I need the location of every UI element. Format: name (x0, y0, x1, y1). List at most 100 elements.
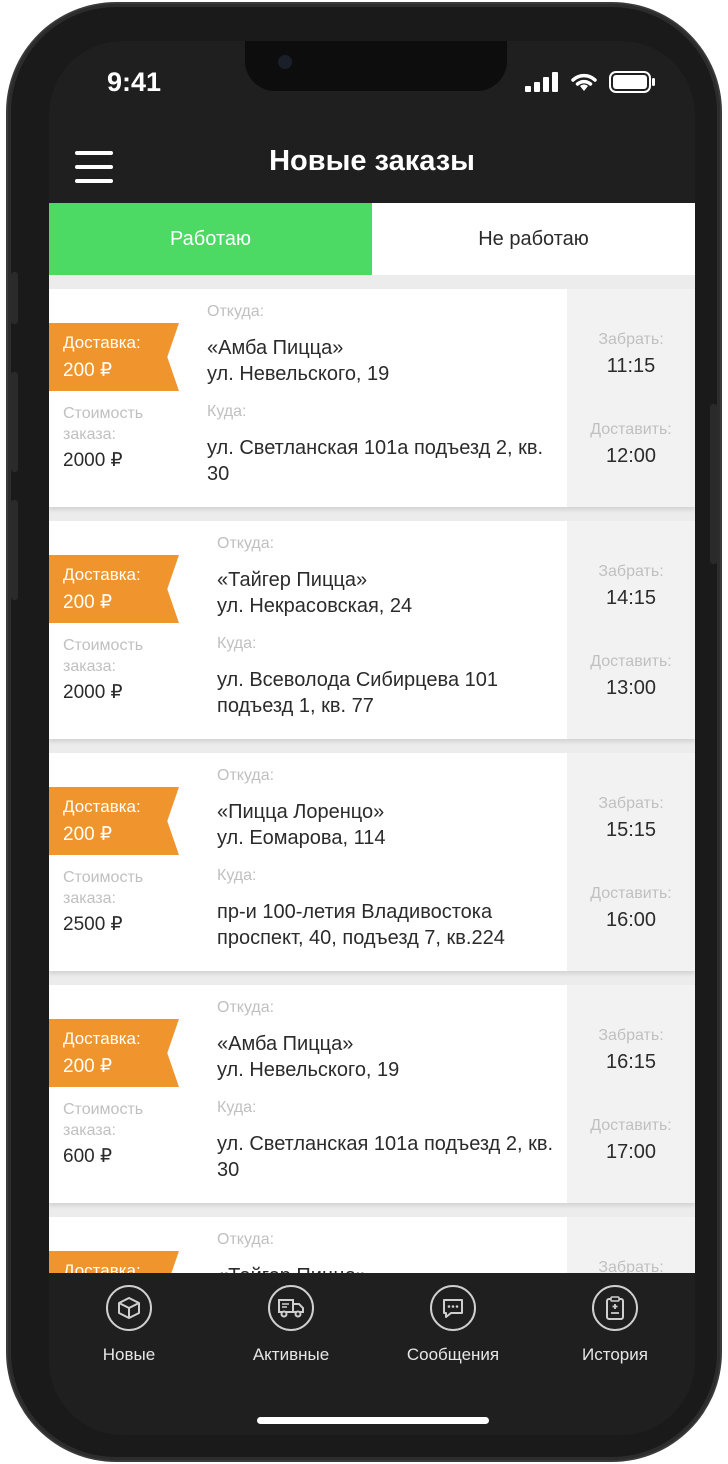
from-street: ул. Еомарова, 114 (217, 827, 386, 849)
to-address: пр-и 100-летия Владивостока проспект, 40… (217, 901, 505, 949)
screen: 9:41 Новые заказы Работаю Не работаю Дос… (49, 41, 695, 1435)
to-label: Куда: (207, 403, 247, 420)
status-icons (525, 71, 655, 93)
from-address-block: «Пицца Лоренцо» ул. Еомарова, 114 (217, 791, 577, 865)
to-address: ул. Всеволода Сибирцева 101 подъезд 1, к… (217, 669, 498, 717)
order-addresses: Откуда: «Амба Пицца» ул. Невельского, 19 Ку… (207, 303, 567, 487)
delivery-price-ribbon: Доставка: (49, 1251, 179, 1273)
bottom-nav-history-label: История (582, 1345, 648, 1364)
from-label: Откуда: (217, 1231, 275, 1248)
deliver-time: 13:00 (605, 677, 657, 699)
delivery-price: 200 ₽ (63, 360, 113, 381)
pickup-time-block: Забрать: 15:15 (567, 795, 695, 842)
delivery-label: Доставка: (63, 565, 141, 584)
from-label: Откуда: (217, 999, 275, 1016)
order-times: Забрать: 11:15 Доставить: 12:00 (567, 289, 695, 507)
delivery-price: 200 ₽ (63, 1056, 113, 1077)
page-title: Новые заказы (269, 145, 475, 177)
from-label: Откуда: (217, 767, 275, 784)
delivery-price-ribbon: Доставка: 200 ₽ (49, 1019, 179, 1087)
chat-icon (430, 1285, 476, 1331)
from-place-name: «Амба Пицца» (217, 1033, 354, 1055)
order-cost-value: 2000 ₽ (63, 682, 123, 703)
order-times: Забрать: 15:15 Доставить: 16:00 (567, 753, 695, 971)
bottom-nav-messages[interactable]: Сообщения (383, 1285, 523, 1365)
from-label: Откуда: (207, 303, 265, 320)
pickup-time-block: Забрать: 14:15 (567, 563, 695, 610)
tab-not-working[interactable]: Не работаю (372, 203, 695, 275)
from-place-name: «Амба Пицца» (207, 337, 344, 359)
bottom-nav-new[interactable]: Новые (59, 1285, 199, 1365)
delivery-label: Доставка: (63, 1261, 141, 1273)
camera (278, 55, 292, 69)
deliver-time: 16:00 (605, 909, 657, 931)
app-header: Новые заказы (49, 127, 695, 203)
order-addresses: Откуда: «Тайгер Пицца» (217, 1231, 577, 1273)
pickup-label: Забрать: (598, 331, 664, 348)
deliver-time-block: Доставить: 12:00 (567, 421, 695, 468)
from-place-name: «Тайгер Пицца» (217, 1263, 577, 1273)
home-indicator (257, 1417, 489, 1424)
order-addresses: Откуда: «Пицца Лоренцо» ул. Еомарова, 114 К… (217, 767, 577, 951)
tab-working[interactable]: Работаю (49, 203, 372, 275)
battery-icon (609, 71, 655, 93)
from-street: ул. Невельского, 19 (207, 363, 390, 385)
deliver-time: 12:00 (605, 445, 657, 467)
order-card[interactable]: Доставка: 200 ₽ Стоимость заказа: 600 ₽ Отку… (49, 985, 695, 1203)
wifi-icon (571, 73, 597, 91)
pickup-time-block: Забрать: 11:15 (567, 331, 695, 378)
order-times: Забрать: 14:15 Доставить: 13:00 (567, 521, 695, 739)
bottom-nav-messages-label: Сообщения (406, 1345, 500, 1364)
pickup-label: Забрать: (598, 795, 664, 812)
deliver-time-block: Доставить: 13:00 (567, 653, 695, 700)
pickup-time: 14:15 (605, 587, 657, 609)
to-label: Куда: (217, 867, 257, 884)
pickup-label: Забрать: (598, 563, 664, 580)
delivery-price: 200 ₽ (63, 592, 113, 613)
order-cost-label: Стоимость заказа: (63, 1101, 144, 1139)
from-place-name: «Тайгер Пицца» (217, 569, 368, 591)
order-card[interactable]: Доставка: 200 ₽ Стоимость заказа: 2000 ₽ Отк… (49, 289, 695, 507)
order-cost-label: Стоимость заказа: (63, 637, 144, 675)
order-times: Забрать: 16:15 Доставить: 17:00 (567, 985, 695, 1203)
order-cost-label: Стоимость заказа: (63, 405, 144, 443)
delivery-label: Доставка: (63, 797, 141, 816)
clipboard-icon (592, 1285, 638, 1331)
order-cost-value: 2500 ₽ (63, 914, 123, 935)
bottom-nav-new-label: Новые (102, 1345, 156, 1364)
deliver-label: Доставить: (590, 885, 672, 902)
order-times: Забрать: (567, 1217, 695, 1273)
pickup-time: 11:15 (606, 355, 656, 377)
pickup-time-block: Забрать: 16:15 (567, 1027, 695, 1074)
from-address-block: «Тайгер Пицца» ул. Некрасовская, 24 (217, 559, 577, 633)
delivery-price-ribbon: Доставка: 200 ₽ (49, 555, 179, 623)
deliver-time: 17:00 (605, 1141, 657, 1163)
signal-icon (525, 72, 558, 92)
status-time: 9:41 (107, 67, 162, 97)
order-card[interactable]: Доставка: 200 ₽ Стоимость заказа: 2500 ₽ Отк… (49, 753, 695, 971)
phone-frame: 9:41 Новые заказы Работаю Не работаю Дос… (8, 4, 720, 1460)
order-cost-label: Стоимость заказа: (63, 869, 144, 907)
to-label: Куда: (217, 635, 257, 652)
pickup-time-block: Забрать: (567, 1259, 695, 1273)
from-street: ул. Некрасовская, 24 (217, 595, 413, 617)
order-card[interactable]: Доставка: 200 ₽ Стоимость заказа: 2000 ₽ Отк… (49, 521, 695, 739)
box-icon (106, 1285, 152, 1331)
from-address-block: «Тайгер Пицца» (217, 1255, 577, 1273)
mute-switch (11, 272, 18, 324)
to-address: ул. Светланская 101а подъезд 2, кв. 30 (207, 437, 544, 485)
bottom-nav-history[interactable]: История (545, 1285, 685, 1365)
deliver-time-block: Доставить: 16:00 (567, 885, 695, 932)
order-card[interactable]: Доставка: Откуда: «Тайгер Пицца» Забрать: (49, 1217, 695, 1273)
order-cost-value: 600 ₽ (63, 1146, 113, 1167)
orders-list[interactable]: Доставка: 200 ₽ Стоимость заказа: 2000 ₽ Отк… (49, 275, 695, 1273)
pickup-time: 16:15 (605, 1051, 657, 1073)
pickup-label: Забрать: (598, 1027, 664, 1044)
delivery-price-ribbon: Доставка: 200 ₽ (49, 787, 179, 855)
order-cost-value: 2000 ₽ (63, 450, 123, 471)
from-label: Откуда: (217, 535, 275, 552)
pickup-label: Забрать: (598, 1259, 664, 1273)
power-button (710, 404, 717, 564)
delivery-label: Доставка: (63, 1029, 141, 1048)
bottom-nav-active[interactable]: Активные (221, 1285, 361, 1365)
